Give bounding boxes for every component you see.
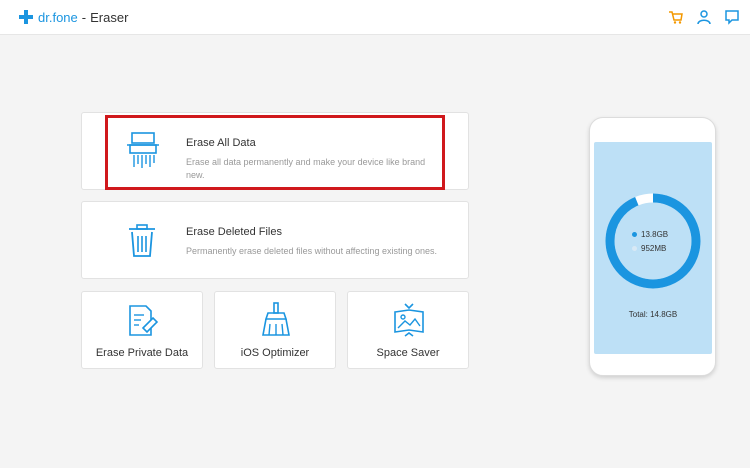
space-saver-label: Space Saver <box>376 347 440 359</box>
erase-private-data-label: Erase Private Data <box>95 347 189 359</box>
storage-used-arc <box>605 193 701 289</box>
private-document-icon <box>129 305 159 336</box>
erase-all-data-desc-line2: new. <box>186 170 205 180</box>
compress-image-icon <box>394 303 424 337</box>
used-dot <box>632 232 637 237</box>
brand-name: dr.fone <box>38 9 78 25</box>
ios-optimizer-label: iOS Optimizer <box>240 347 310 359</box>
used-value: 13.8GB <box>641 230 669 239</box>
user-icon[interactable] <box>696 9 712 25</box>
erase-private-data-card[interactable]: Erase Private Data <box>81 291 203 369</box>
free-legend: 952MB <box>632 244 666 253</box>
top-toolbar <box>668 9 740 25</box>
erase-all-data-title: Erase All Data <box>186 137 256 149</box>
erase-deleted-files-card[interactable]: Erase Deleted Files Permanently erase de… <box>81 201 469 279</box>
feedback-icon[interactable] <box>724 9 740 25</box>
space-saver-card[interactable]: Space Saver <box>347 291 469 369</box>
erase-deleted-files-title: Erase Deleted Files <box>186 226 282 238</box>
erase-deleted-files-description: Permanently erase deleted files without … <box>186 246 437 256</box>
plus-logo-icon <box>19 10 33 24</box>
device-preview: 13.8GB 952MB Total: 14.8GB <box>589 117 716 376</box>
erase-all-data-desc-line1: Erase all data permanently and make your… <box>186 157 426 167</box>
erase-all-data-description: Erase all data permanently and make your… <box>186 156 446 182</box>
cart-icon[interactable] <box>668 9 684 25</box>
total-storage: Total: 14.8GB <box>628 310 678 319</box>
erase-all-data-card[interactable]: Erase All Data Erase all data permanentl… <box>81 112 469 190</box>
used-legend: 13.8GB <box>632 230 668 239</box>
device-screen: 13.8GB 952MB Total: 14.8GB <box>594 142 712 354</box>
app-logo: dr.fone - Eraser <box>18 9 128 25</box>
broom-icon <box>262 302 290 336</box>
free-value: 952MB <box>641 244 667 253</box>
storage-ring-chart <box>605 193 701 289</box>
ios-optimizer-card[interactable]: iOS Optimizer <box>214 291 336 369</box>
free-dot <box>632 246 637 251</box>
shredder-icon <box>127 132 159 168</box>
trash-icon <box>129 224 155 257</box>
title-separator: - <box>81 9 87 25</box>
module-name: Eraser <box>90 9 129 25</box>
title-bar: dr.fone - Eraser <box>0 0 750 35</box>
